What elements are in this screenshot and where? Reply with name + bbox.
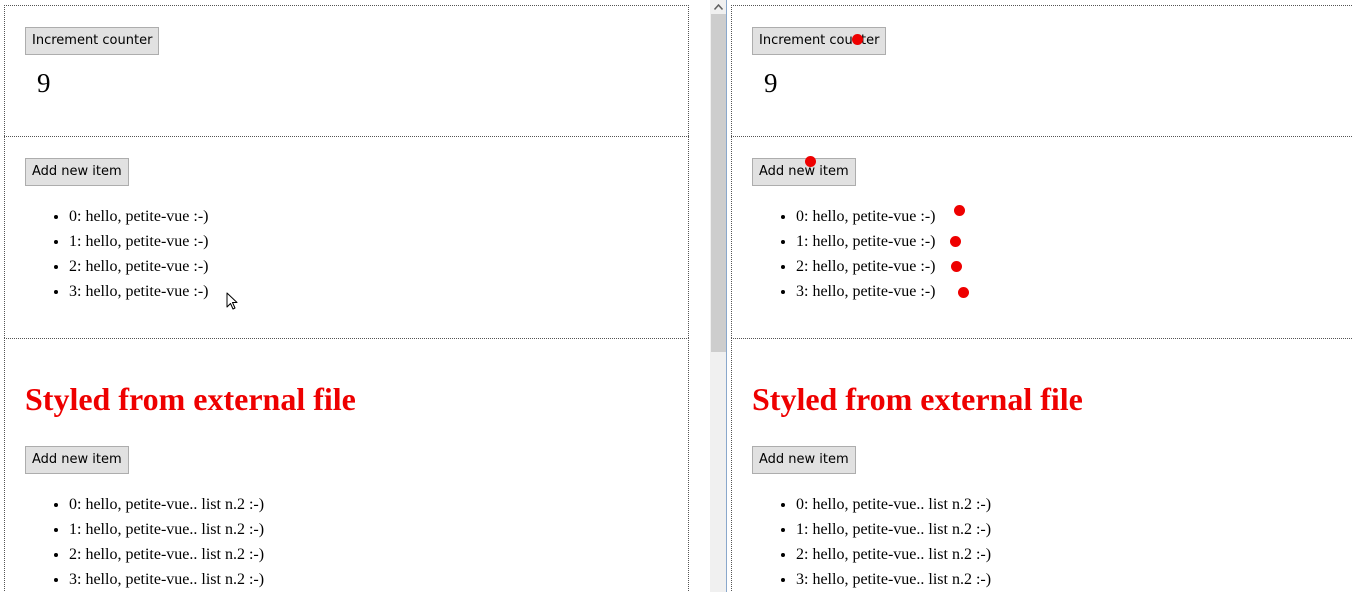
list-item: 2: hello, petite-vue.. list n.2 :-) [796,542,991,567]
list-item: 2: hello, petite-vue.. list n.2 :-) [69,542,264,567]
item-list: 0: hello, petite-vue :-) 1: hello, petit… [732,204,969,304]
list-item: 3: hello, petite-vue :-) [69,279,209,304]
list-item-text: 1: hello, petite-vue :-) [796,233,936,250]
red-dot-icon [805,156,816,167]
list-item: 3: hello, petite-vue.. list n.2 :-) [796,567,991,592]
scroll-up-arrow-icon[interactable] [710,0,727,14]
list-item: 0: hello, petite-vue.. list n.2 :-) [796,492,991,517]
counter-section: Increment counter 9 [4,5,689,136]
list-item: 2: hello, petite-vue :-) [796,254,962,279]
right-pane: Increment counter 9 Add new item 0: hell… [727,0,1352,592]
counter-value: 9 [37,68,51,98]
list-item-text: 3: hello, petite-vue :-) [796,283,936,300]
list-item: 0: hello, petite-vue :-) [796,204,965,229]
add-new-item-button[interactable]: Add new item [752,158,856,186]
list-item: 1: hello, petite-vue :-) [796,229,961,254]
list-item: 0: hello, petite-vue :-) [69,204,209,229]
list-section: Add new item 0: hello, petite-vue :-) 1:… [4,136,689,338]
increment-counter-button[interactable]: Increment counter [25,27,160,55]
styled-heading: Styled from external file [752,381,1083,417]
list-item: 3: hello, petite-vue.. list n.2 :-) [69,567,264,592]
add-new-item-button[interactable]: Add new item [25,446,129,474]
styled-list-section: Styled from external file Add new item 0… [731,338,1352,592]
increment-counter-button[interactable]: Increment counter [752,27,887,55]
red-dot-icon [950,236,961,247]
list-item: 1: hello, petite-vue.. list n.2 :-) [796,517,991,542]
list-item: 2: hello, petite-vue :-) [69,254,209,279]
arrow-cursor-icon [226,292,238,310]
item-list-2: 0: hello, petite-vue.. list n.2 :-) 1: h… [732,492,991,592]
vertical-scrollbar[interactable] [710,0,727,592]
styled-list-section: Styled from external file Add new item 0… [4,338,689,592]
list-item-text: 0: hello, petite-vue :-) [796,208,936,225]
item-list: 0: hello, petite-vue :-) 1: hello, petit… [5,204,209,304]
add-new-item-button[interactable]: Add new item [25,158,129,186]
counter-section: Increment counter 9 [731,5,1352,136]
list-item-text: 2: hello, petite-vue :-) [796,258,936,275]
red-dot-icon [951,261,962,272]
red-dot-icon [954,205,965,216]
item-list-2: 0: hello, petite-vue.. list n.2 :-) 1: h… [5,492,264,592]
list-item: 1: hello, petite-vue :-) [69,229,209,254]
red-dot-icon [852,34,863,45]
list-item: 1: hello, petite-vue.. list n.2 :-) [69,517,264,542]
list-item: 3: hello, petite-vue :-) [796,279,969,304]
list-item: 0: hello, petite-vue.. list n.2 :-) [69,492,264,517]
red-dot-icon [958,287,969,298]
counter-value: 9 [764,68,778,98]
list-section: Add new item 0: hello, petite-vue :-) 1:… [731,136,1352,338]
add-new-item-button[interactable]: Add new item [752,446,856,474]
styled-heading: Styled from external file [25,381,356,417]
left-pane: Increment counter 9 Add new item 0: hell… [0,0,710,592]
scrollbar-thumb[interactable] [711,14,726,352]
